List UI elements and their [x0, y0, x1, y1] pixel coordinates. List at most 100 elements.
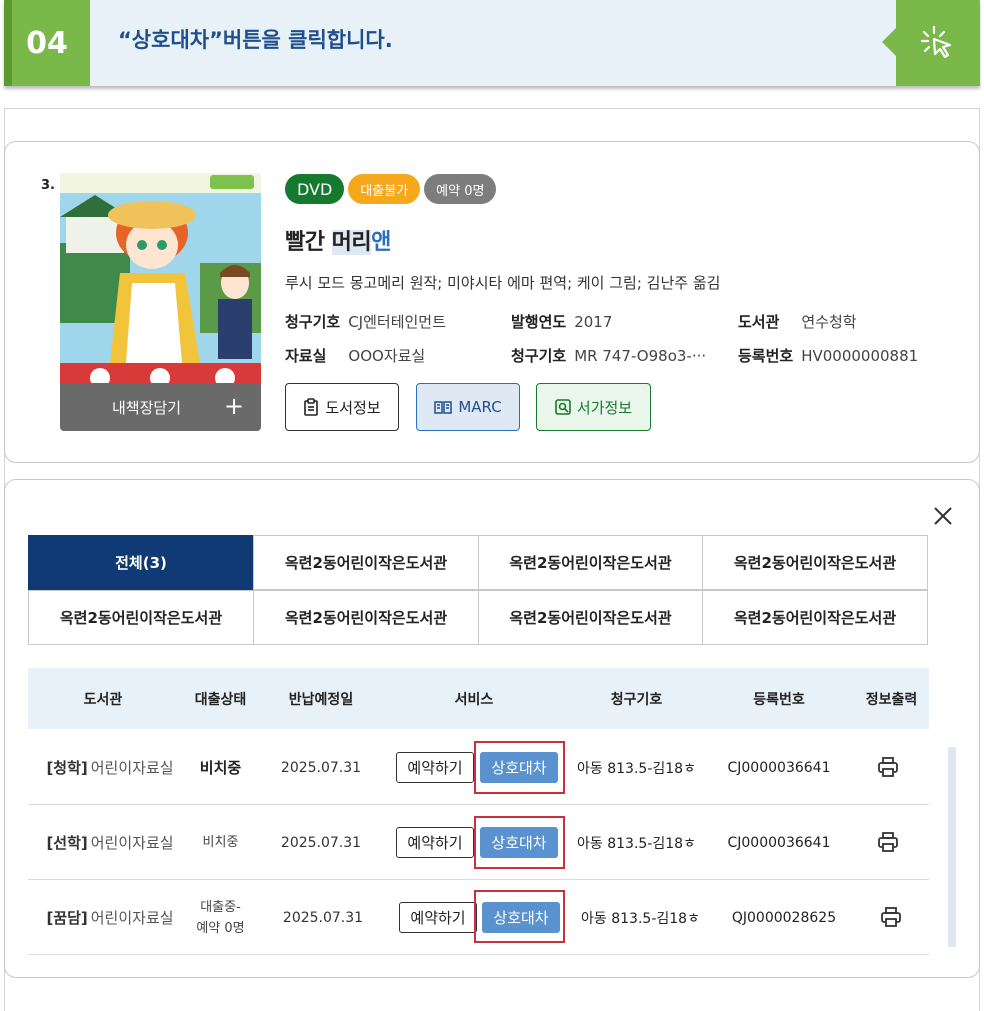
close-icon[interactable]	[931, 504, 955, 528]
tab-library[interactable]: 옥련2동어린이작은도서관	[702, 535, 928, 590]
cover-illustration	[60, 173, 261, 385]
book-card: 3. 내책장담기 + DVD 대출불가 예약 0명 빨간 머리앤 루시 모드 몽…	[4, 141, 980, 463]
cell-due-date: 2025.07.31	[280, 759, 362, 776]
cell-status: 비치중	[202, 835, 239, 850]
cell-library: [꿈담] 어린이자료실	[28, 880, 192, 955]
book-index: 3.	[41, 178, 55, 193]
meta-call-number-2: 청구기호 MR 747-O98o3-···	[511, 345, 706, 366]
add-to-bookshelf-label: 내책장담기	[112, 398, 182, 417]
table-row: [선학] 어린이자료실 비치중 2025.07.31 예약하기 상호대차 아동 8…	[28, 805, 929, 880]
meta-library: 도서관 연수청학	[738, 311, 857, 332]
meta-room-value: OOO자료실	[348, 347, 426, 365]
meta-library-value: 연수청학	[801, 313, 857, 331]
tab-all[interactable]: 전체(3)	[28, 535, 254, 590]
branch-name: [꿈담]	[46, 909, 88, 927]
printer-icon[interactable]	[877, 756, 899, 778]
open-book-icon	[434, 401, 453, 414]
column-header-status: 대출상태	[194, 691, 247, 708]
shelf-info-button[interactable]: 서가정보	[536, 383, 651, 431]
meta-year-value: 2017	[574, 313, 613, 331]
badge-loan-status: 대출불가	[348, 174, 421, 204]
clipboard-icon	[304, 398, 319, 416]
meta-room: 자료실 OOO자료실	[285, 345, 425, 366]
reserve-button[interactable]: 예약하기	[396, 752, 474, 783]
highlight-box	[474, 741, 565, 794]
title-part1: 빨간	[285, 230, 332, 255]
shelf-search-icon	[555, 399, 571, 415]
meta-call-number: 청구기호 CJ엔터테인먼트	[285, 311, 446, 332]
cell-call-number: 아동 813.5-김18ㅎ	[581, 910, 700, 927]
room-name: 어린이자료실	[90, 909, 174, 927]
title-part2-highlight: 머리	[331, 230, 372, 255]
cell-library: [선학] 어린이자료실	[28, 805, 192, 880]
status-line2: 예약 0명	[196, 920, 245, 936]
cell-status: 비치중	[199, 759, 242, 777]
reserve-button[interactable]: 예약하기	[399, 902, 477, 933]
printer-icon[interactable]	[880, 906, 902, 928]
room-name: 어린이자료실	[90, 834, 174, 852]
cell-due-date: 2025.07.31	[280, 834, 362, 851]
cell-library: [청학] 어린이자료실	[28, 730, 192, 805]
step-instruction: “상호대차”버튼을 클릭합니다.	[118, 28, 393, 52]
cell-registration: CJ0000036641	[727, 834, 831, 851]
cell-due-date: 2025.07.31	[282, 909, 364, 926]
tab-library[interactable]: 옥련2동어린이작은도서관	[28, 590, 254, 645]
printer-icon[interactable]	[877, 831, 899, 853]
scrollbar[interactable]	[948, 747, 956, 947]
meta-year-label: 발행연도	[511, 313, 567, 331]
badge-list: DVD 대출불가 예약 0명	[285, 174, 497, 204]
marc-button[interactable]: MARC	[416, 383, 520, 431]
badge-media-type: DVD	[285, 174, 345, 204]
click-icon	[920, 25, 952, 59]
branch-name: [청학]	[46, 759, 88, 777]
column-header-call-number: 청구기호	[610, 691, 663, 708]
column-header-service: 서비스	[454, 691, 494, 708]
status-line1: 대출중-	[200, 899, 241, 915]
book-author: 루시 모드 몽고메리 원작; 미야시타 에마 편역; 케이 그림; 김난주 옮김	[285, 274, 721, 292]
table-row: [청학] 어린이자료실 비치중 2025.07.31 예약하기 상호대차 아동 8…	[28, 730, 929, 805]
book-info-button[interactable]: 도서정보	[285, 383, 399, 431]
book-info-label: 도서정보	[325, 398, 381, 417]
tab-library[interactable]: 옥련2동어린이작은도서관	[253, 590, 479, 645]
column-header-library: 도서관	[83, 691, 123, 708]
book-cover[interactable]: 내책장담기 +	[60, 173, 261, 431]
cell-registration: CJ0000036641	[727, 759, 831, 776]
meta-call-label: 청구기호	[285, 313, 341, 331]
room-name: 어린이자료실	[90, 759, 174, 777]
column-header-print: 정보출력	[865, 691, 918, 708]
meta-room-label: 자료실	[285, 347, 327, 365]
cell-registration: QJ0000028625	[731, 909, 837, 926]
meta-registration: 등록번호 HV0000000881	[738, 345, 918, 366]
branch-name: [선학]	[46, 834, 88, 852]
table-row: [꿈담] 어린이자료실 대출중- 예약 0명 2025.07.31 예약하기 상호…	[28, 880, 929, 955]
highlight-box	[474, 890, 565, 943]
title-part3-match: 앤	[371, 230, 391, 255]
add-to-bookshelf-button[interactable]: 내책장담기 +	[60, 383, 261, 431]
meta-call-value: CJ엔터테인먼트	[348, 313, 446, 331]
table-header: 도서관 대출상태 반납예정일 서비스 청구기호 등록번호 정보출력	[28, 668, 929, 729]
meta-reg-label: 등록번호	[738, 347, 794, 365]
column-header-registration: 등록번호	[753, 691, 805, 708]
book-title[interactable]: 빨간 머리앤	[285, 224, 391, 256]
column-header-due-date: 반납예정일	[288, 691, 354, 708]
meta-year: 발행연도 2017	[511, 311, 612, 332]
meta-library-label: 도서관	[738, 313, 780, 331]
meta-reg-value: HV0000000881	[801, 347, 919, 365]
meta-call2-value: MR 747-O98o3-···	[574, 347, 707, 365]
holdings-panel: 전체(3) 옥련2동어린이작은도서관 옥련2동어린이작은도서관 옥련2동어린이작…	[4, 479, 980, 978]
meta-call2-label: 청구기호	[511, 347, 567, 365]
tab-library[interactable]: 옥련2동어린이작은도서관	[253, 535, 479, 590]
highlight-box	[474, 816, 565, 869]
reserve-button[interactable]: 예약하기	[396, 827, 474, 858]
cell-status: 대출중- 예약 0명	[178, 880, 263, 955]
tab-library[interactable]: 옥련2동어린이작은도서관	[478, 535, 703, 590]
shelf-info-label: 서가정보	[576, 398, 633, 417]
step-icon-box	[882, 0, 980, 86]
tab-library[interactable]: 옥련2동어린이작은도서관	[702, 590, 928, 645]
badge-reservation-count: 예약 0명	[424, 174, 497, 204]
plus-icon: +	[224, 392, 245, 420]
tab-library[interactable]: 옥련2동어린이작은도서관	[478, 590, 703, 645]
marc-label: MARC	[458, 398, 502, 416]
cell-call-number: 아동 813.5-김18ㅎ	[577, 835, 696, 852]
step-banner: 04 “상호대차”버튼을 클릭합니다.	[4, 0, 980, 86]
